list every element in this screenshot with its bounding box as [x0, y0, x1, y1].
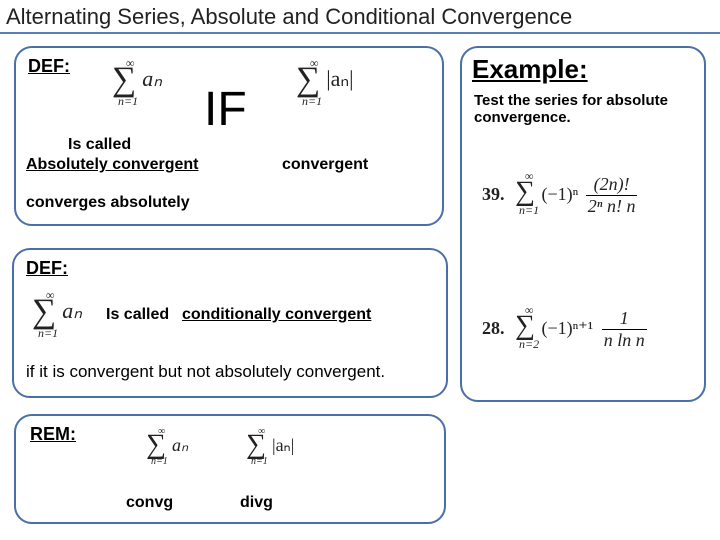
p39-sum-bot: n=1 — [519, 203, 539, 218]
conditionally-convergent-label: conditionally convergent — [182, 306, 371, 324]
sum5-top: ∞ — [258, 426, 265, 437]
definition-box-absolute: DEF: ∞ ∑ n=1 aₙ IF ∞ ∑ n=1 |aₙ| Is calle… — [14, 46, 444, 226]
sum4-body: aₙ — [172, 435, 188, 455]
p39-numerator: (2n)! — [586, 174, 638, 196]
sum5-bot: n=1 — [251, 456, 268, 467]
sigma-icon: ∑ — [515, 181, 535, 203]
problem-39: 39. ∞ ∑ n=1 (−1)ⁿ (2n)! 2ⁿ n! n — [482, 174, 637, 217]
sum-an-1: ∞ ∑ n=1 aₙ — [112, 66, 160, 96]
p28-sum-bot: n=2 — [519, 337, 539, 352]
remark-box: REM: ∞ ∑ n=1 aₙ ∞ ∑ n=1 |aₙ| convg divg — [14, 414, 446, 524]
sigma-icon: ∑ — [246, 434, 266, 456]
sum1-bot: n=1 — [118, 94, 138, 109]
p39-denominator: 2ⁿ n! n — [586, 196, 638, 217]
is-called-2: Is called — [106, 306, 169, 324]
example-label: Example: — [472, 54, 588, 85]
sum1-body: aₙ — [142, 66, 162, 91]
sum1-top: ∞ — [126, 56, 135, 71]
page-title-bar: Alternating Series, Absolute and Conditi… — [0, 0, 720, 34]
def-label-1: DEF: — [28, 56, 70, 77]
p28-fraction: 1 n ln n — [602, 308, 647, 351]
conditional-stmt: if it is convergent but not absolutely c… — [26, 362, 385, 382]
sigma-icon: ∑ — [146, 434, 166, 456]
example-box: Example: Test the series for absolute co… — [460, 46, 706, 402]
sum5-body: |aₙ| — [272, 435, 294, 455]
p28-numerator: 1 — [602, 308, 647, 330]
problem-28: 28. ∞ ∑ n=2 (−1)ⁿ⁺¹ 1 n ln n — [482, 308, 647, 351]
p39-sign: (−1)ⁿ — [541, 184, 578, 204]
is-called-1: Is called — [68, 136, 131, 154]
sigma-icon: ∑ — [515, 315, 535, 337]
convergent-label: convergent — [282, 156, 368, 174]
example-instruction: Test the series for absolute convergence… — [474, 92, 694, 126]
sum-abs-an-1: ∞ ∑ n=1 |aₙ| — [296, 66, 352, 96]
sum-an-2: ∞ ∑ n=1 aₙ — [32, 298, 80, 328]
sum4-bot: n=1 — [151, 456, 168, 467]
sum3-bot: n=1 — [38, 326, 58, 341]
problem-28-number: 28. — [482, 318, 505, 338]
p28-denominator: n ln n — [602, 330, 647, 351]
p39-fraction: (2n)! 2ⁿ n! n — [586, 174, 638, 217]
sum2-body: |aₙ| — [326, 66, 353, 91]
def-label-2: DEF: — [26, 258, 68, 279]
sum-an-3: ∞ ∑ n=1 aₙ — [146, 434, 186, 458]
if-label: IF — [204, 82, 247, 137]
sum-abs-an-3: ∞ ∑ n=1 |aₙ| — [246, 434, 292, 458]
sum2-bot: n=1 — [302, 94, 322, 109]
sum3-body: aₙ — [62, 298, 82, 323]
p28-sign: (−1)ⁿ⁺¹ — [541, 318, 593, 338]
problem-39-number: 39. — [482, 184, 505, 204]
p28-sum-top: ∞ — [525, 303, 534, 318]
rem-label: REM: — [30, 424, 76, 445]
convg-label: convg — [126, 494, 173, 512]
sum2-top: ∞ — [310, 56, 319, 71]
sum4-top: ∞ — [158, 426, 165, 437]
absolutely-convergent-label: Absolutely convergent — [26, 156, 198, 174]
page-title: Alternating Series, Absolute and Conditi… — [6, 4, 572, 29]
divg-label: divg — [240, 494, 273, 512]
converges-absolutely-label: converges absolutely — [26, 194, 190, 212]
definition-box-conditional: DEF: ∞ ∑ n=1 aₙ Is called conditionally … — [12, 248, 448, 398]
p39-sum-top: ∞ — [525, 169, 534, 184]
sum3-top: ∞ — [46, 288, 55, 303]
